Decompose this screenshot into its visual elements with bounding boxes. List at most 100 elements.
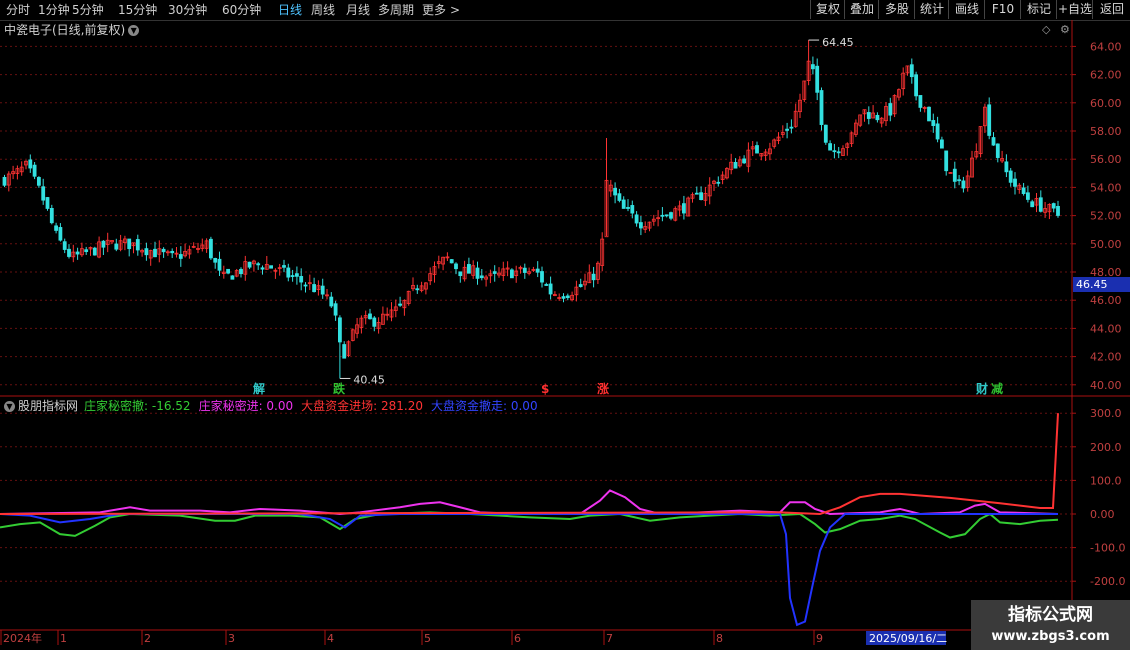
price-axis-label: 50.00	[1090, 238, 1122, 251]
candle-body	[398, 303, 403, 306]
candle-body	[836, 151, 841, 154]
candle-body	[299, 276, 304, 283]
candle-body	[875, 114, 880, 121]
candle-body	[153, 248, 157, 258]
candle-body	[995, 143, 1000, 158]
cursor-date-label: 2025/09/16/二	[869, 632, 947, 645]
indicator-axis-label: 100.0	[1090, 474, 1122, 487]
candle-body	[935, 123, 940, 140]
candle-body	[449, 259, 454, 264]
candle-body	[742, 158, 746, 164]
time-axis-label: 7	[606, 632, 613, 645]
candle-body	[114, 243, 119, 250]
indicator-label-2: 大盘资金进场: 281.20	[301, 399, 423, 413]
indicator-name: 股朋指标网	[18, 399, 79, 413]
candle-body	[617, 193, 622, 201]
candle-body	[832, 150, 837, 153]
time-axis-label: 2	[144, 632, 151, 645]
candle-body	[475, 267, 480, 279]
indicator-axis-label: 300.0	[1090, 407, 1122, 420]
candle-body	[62, 241, 67, 250]
price-axis-label: 64.00	[1090, 40, 1122, 53]
candle-body	[1008, 170, 1013, 183]
candle-body	[961, 180, 966, 189]
candle-body	[161, 248, 166, 253]
candle-body	[540, 271, 544, 283]
candle-body	[75, 251, 80, 255]
candle-body	[509, 269, 514, 279]
candle-body	[312, 284, 317, 293]
candle-body	[320, 285, 325, 295]
candle-body	[127, 238, 132, 250]
candle-body	[92, 247, 97, 256]
candle-body	[828, 143, 832, 151]
candle-body	[811, 64, 815, 70]
candle-body	[682, 203, 686, 214]
time-axis-label: 5	[424, 632, 431, 645]
candle-body	[535, 268, 540, 273]
candle-body	[466, 264, 471, 274]
candle-body	[303, 284, 308, 287]
candle-body	[239, 268, 243, 275]
candle-body	[58, 227, 63, 241]
candle-body	[260, 267, 265, 270]
candle-body	[591, 273, 596, 281]
candle-body	[454, 263, 458, 270]
signal-marker: 财	[975, 381, 988, 396]
signal-marker: 减	[991, 381, 1003, 396]
chevron-down-icon[interactable]: ▼	[4, 401, 15, 412]
candle-body	[37, 177, 41, 186]
watermark-url: www.zbgs3.com	[991, 629, 1110, 644]
time-axis-label: 8	[716, 632, 723, 645]
candle-body	[84, 249, 89, 253]
price-axis-label: 56.00	[1090, 153, 1122, 166]
candle-body	[2, 176, 7, 186]
indicator-line-red	[0, 413, 1059, 516]
time-axis-label: 2024年	[3, 631, 42, 645]
candle-body	[789, 126, 794, 129]
candle-body	[544, 284, 549, 286]
candle-body	[716, 181, 721, 184]
candle-body	[548, 283, 553, 295]
price-chart[interactable]: 64.0062.0060.0058.0056.0054.0052.0050.00…	[0, 0, 1130, 650]
candle-body	[694, 192, 699, 195]
candle-body	[1056, 205, 1060, 216]
candle-body	[931, 120, 936, 126]
candle-body	[1021, 187, 1026, 194]
candle-body	[755, 145, 759, 154]
candle-body	[368, 313, 372, 320]
time-axis-label: 3	[228, 632, 235, 645]
candle-body	[294, 273, 299, 277]
indicator-title-bar: ▼ 股朋指标网 庄家秘密撤: -16.52 庄家秘密进: 0.00 大盘资金进场: 28…	[4, 398, 546, 414]
price-axis-label: 62.00	[1090, 69, 1122, 82]
candle-body	[49, 207, 54, 224]
time-axis-label: 4	[327, 632, 334, 645]
price-axis-label: 46.00	[1090, 294, 1122, 307]
candle-body	[247, 261, 252, 268]
indicator-label-3: 大盘资金撤走: 0.00	[431, 399, 538, 413]
candle-body	[613, 187, 617, 196]
candle-body	[333, 303, 338, 316]
price-axis-label: 44.00	[1090, 322, 1122, 335]
candle-body	[639, 222, 643, 229]
price-axis-label: 58.00	[1090, 125, 1122, 138]
candle-body	[67, 248, 71, 257]
watermark-logo: 指标公式网 www.zbgs3.com	[971, 600, 1130, 650]
candle-body	[785, 128, 789, 131]
price-axis-label: 42.00	[1090, 351, 1122, 364]
time-axis-label: 1	[60, 632, 67, 645]
candle-body	[866, 112, 871, 119]
candle-body	[479, 275, 484, 279]
candle-body	[290, 275, 295, 277]
candle-body	[256, 263, 261, 266]
candle-body	[561, 296, 566, 299]
candle-body	[492, 271, 497, 274]
indicator-label-1: 庄家秘密进: 0.00	[198, 399, 294, 413]
candle-body	[699, 192, 703, 201]
price-axis-label: 54.00	[1090, 181, 1122, 194]
candle-body	[815, 65, 820, 93]
candle-body	[918, 95, 923, 108]
high-price-label: 64.45	[822, 36, 854, 49]
candle-body	[578, 284, 583, 287]
indicator-axis-label: -200.0	[1090, 575, 1125, 588]
